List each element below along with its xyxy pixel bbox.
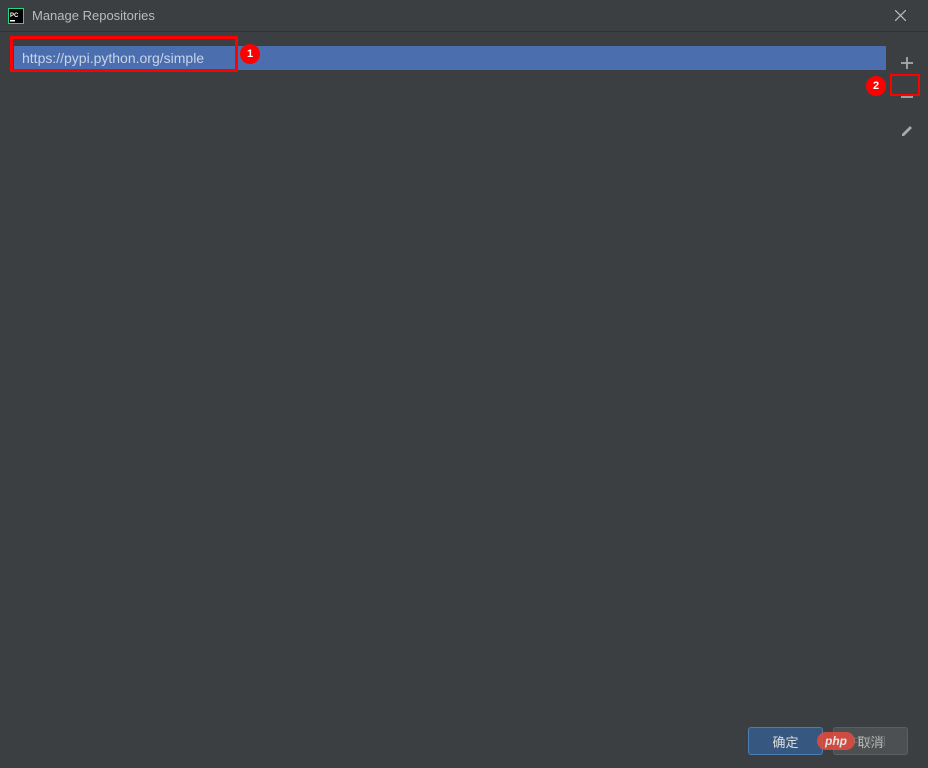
ok-button[interactable]: 确定	[748, 727, 823, 755]
side-toolbar	[890, 42, 924, 690]
close-icon	[895, 10, 906, 21]
remove-button[interactable]	[894, 84, 920, 110]
minus-icon	[900, 90, 914, 104]
add-button[interactable]	[894, 50, 920, 76]
repository-item[interactable]: https://pypi.python.org/simple	[14, 46, 886, 70]
edit-button[interactable]	[894, 118, 920, 144]
ok-button-label: 确定	[772, 732, 798, 751]
content-area: https://pypi.python.org/simple	[0, 32, 928, 700]
app-icon: PC	[8, 8, 24, 24]
annotation-badge-1: 1	[240, 44, 260, 64]
cancel-button[interactable]: 取消	[833, 727, 908, 755]
repository-url: https://pypi.python.org/simple	[22, 50, 204, 66]
close-button[interactable]	[880, 2, 920, 30]
cancel-button-label: 取消	[857, 732, 883, 751]
repository-list[interactable]: https://pypi.python.org/simple	[10, 42, 890, 690]
titlebar: PC Manage Repositories	[0, 0, 928, 32]
window-title: Manage Repositories	[32, 8, 880, 23]
plus-icon	[900, 56, 914, 70]
annotation-badge-2: 2	[866, 76, 886, 96]
pencil-icon	[900, 124, 914, 138]
button-bar: 确定 取消	[0, 714, 928, 768]
svg-text:PC: PC	[10, 13, 19, 19]
